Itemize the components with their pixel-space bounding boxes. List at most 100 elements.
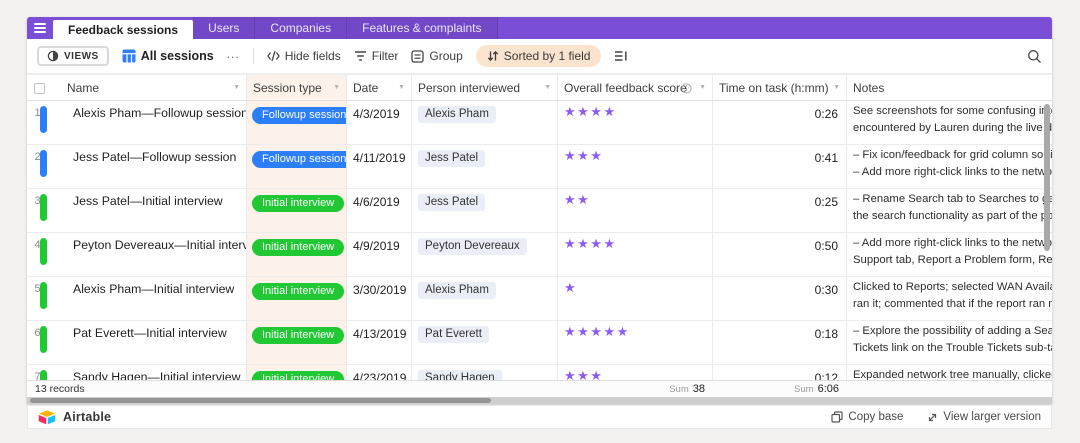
column-header-session-type[interactable]: Session type ▼ xyxy=(247,75,347,100)
table-row[interactable]: 2 Jess Patel—Followup session Followup s… xyxy=(27,145,1052,189)
session-type-cell[interactable]: Followup session xyxy=(247,145,347,188)
star-rating[interactable]: ★★★★ xyxy=(558,101,713,144)
column-dropdown-icon[interactable]: ▼ xyxy=(833,84,840,91)
table-row[interactable]: 1 Alexis Pham—Followup session Followup … xyxy=(27,101,1052,145)
star-rating[interactable]: ★★★ xyxy=(558,145,713,188)
view-name-label: All sessions xyxy=(141,49,214,63)
name-cell[interactable]: 4 Peyton Devereaux—Initial interview xyxy=(27,233,247,276)
time-on-task-cell[interactable]: 0:25 xyxy=(713,189,847,232)
time-sum-cell[interactable]: Sum 6:06 xyxy=(713,381,847,397)
notes-cell[interactable]: – Rename Search tab to Searches to get u… xyxy=(847,189,1052,232)
table-row[interactable]: 6 Pat Everett—Initial interview Initial … xyxy=(27,321,1052,365)
name-cell[interactable]: 6 Pat Everett—Initial interview xyxy=(27,321,247,364)
view-more-menu[interactable]: ... xyxy=(227,47,240,65)
name-cell[interactable]: 3 Jess Patel—Initial interview xyxy=(27,189,247,232)
column-dropdown-icon[interactable]: ▼ xyxy=(699,84,706,91)
table-row[interactable]: 3 Jess Patel—Initial interview Initial i… xyxy=(27,189,1052,233)
person-cell[interactable]: Sandy Hagen xyxy=(412,365,558,380)
search-button[interactable] xyxy=(1027,49,1042,64)
notes-cell[interactable]: See screenshots for some confusing inter… xyxy=(847,101,1052,144)
tab-features-complaints[interactable]: Features & complaints xyxy=(347,17,497,39)
star-rating[interactable]: ★ xyxy=(558,277,713,320)
notes-cell[interactable]: – Fix icon/feedback for grid column sort… xyxy=(847,145,1052,188)
session-type-cell[interactable]: Initial interview xyxy=(247,189,347,232)
time-on-task-cell[interactable]: 0:12 xyxy=(713,365,847,380)
person-cell[interactable]: Alexis Pham xyxy=(412,101,558,144)
date-cell[interactable]: 4/23/2019 xyxy=(347,365,412,380)
column-header-time-on-task[interactable]: Time on task (h:mm) ▼ xyxy=(713,75,847,100)
copy-base-button[interactable]: Copy base xyxy=(831,411,903,423)
filter-button[interactable]: Filter xyxy=(354,49,399,63)
time-on-task-cell[interactable]: 0:50 xyxy=(713,233,847,276)
session-type-cell[interactable]: Initial interview xyxy=(247,277,347,320)
date-cell[interactable]: 3/30/2019 xyxy=(347,277,412,320)
column-dropdown-icon[interactable]: ▼ xyxy=(233,84,240,91)
date-cell[interactable]: 4/9/2019 xyxy=(347,233,412,276)
star-rating[interactable]: ★★★★ xyxy=(558,233,713,276)
note-line-2: Support tab, Report a Problem form, Requ… xyxy=(853,252,1052,269)
date-cell[interactable]: 4/13/2019 xyxy=(347,321,412,364)
select-all-checkbox[interactable] xyxy=(34,83,45,94)
date-cell[interactable]: 4/3/2019 xyxy=(347,101,412,144)
name-cell[interactable]: 5 Alexis Pham—Initial interview xyxy=(27,277,247,320)
column-dropdown-icon[interactable]: ▼ xyxy=(333,84,340,91)
column-header-overall-feedback-score[interactable]: Overall feedback score ▼ xyxy=(558,75,713,100)
session-type-cell[interactable]: Followup session xyxy=(247,101,347,144)
star-rating[interactable]: ★★★ xyxy=(558,365,713,380)
row-color-bar xyxy=(40,282,47,309)
name-cell[interactable]: 7 Sandy Hagen—Initial interview xyxy=(27,365,247,380)
tab-users[interactable]: Users xyxy=(193,17,255,39)
person-cell[interactable]: Alexis Pham xyxy=(412,277,558,320)
person-cell[interactable]: Pat Everett xyxy=(412,321,558,364)
menu-icon[interactable] xyxy=(27,17,53,39)
tab-companies[interactable]: Companies xyxy=(255,17,347,39)
hide-fields-icon xyxy=(267,50,280,62)
session-type-cell[interactable]: Initial interview xyxy=(247,365,347,380)
column-header-notes[interactable]: Notes xyxy=(847,75,1052,100)
notes-cell[interactable]: – Explore the possibility of adding a Se… xyxy=(847,321,1052,364)
column-header-name[interactable]: Name ▼ xyxy=(27,75,247,100)
person-cell[interactable]: Jess Patel xyxy=(412,145,558,188)
table-row[interactable]: 7 Sandy Hagen—Initial interview Initial … xyxy=(27,365,1052,380)
column-dropdown-icon[interactable]: ▼ xyxy=(398,84,405,91)
name-cell[interactable]: 2 Jess Patel—Followup session xyxy=(27,145,247,188)
notes-cell[interactable]: Clicked to Reports; selected WAN Availab… xyxy=(847,277,1052,320)
person-cell[interactable]: Jess Patel xyxy=(412,189,558,232)
column-header-person-interviewed[interactable]: Person interviewed ▼ xyxy=(412,75,558,100)
views-button[interactable]: VIEWS xyxy=(37,46,109,66)
date-cell[interactable]: 4/6/2019 xyxy=(347,189,412,232)
airtable-logo-icon[interactable] xyxy=(38,410,56,425)
column-header-date[interactable]: Date ▼ xyxy=(347,75,412,100)
time-on-task-cell[interactable]: 0:30 xyxy=(713,277,847,320)
column-dropdown-icon[interactable]: ▼ xyxy=(544,84,551,91)
view-larger-button[interactable]: View larger version xyxy=(927,411,1041,423)
notes-cell[interactable]: Expanded network tree manually, clicked … xyxy=(847,365,1052,380)
column-label: Notes xyxy=(853,81,884,95)
star-rating[interactable]: ★★ xyxy=(558,189,713,232)
time-on-task-cell[interactable]: 0:41 xyxy=(713,145,847,188)
airtable-wordmark[interactable]: Airtable xyxy=(63,410,111,424)
horizontal-scrollbar-thumb[interactable] xyxy=(30,398,491,403)
score-sum-cell[interactable]: Sum 38 xyxy=(558,381,713,397)
session-type-cell[interactable]: Initial interview xyxy=(247,321,347,364)
vertical-scrollbar-thumb[interactable] xyxy=(1044,104,1050,251)
session-type-cell[interactable]: Initial interview xyxy=(247,233,347,276)
notes-cell[interactable]: – Add more right-click links to the netw… xyxy=(847,233,1052,276)
name-cell[interactable]: 1 Alexis Pham—Followup session xyxy=(27,101,247,144)
table-row[interactable]: 4 Peyton Devereaux—Initial interview Ini… xyxy=(27,233,1052,277)
table-row[interactable]: 5 Alexis Pham—Initial interview Initial … xyxy=(27,277,1052,321)
time-on-task-cell[interactable]: 0:26 xyxy=(713,101,847,144)
horizontal-scrollbar-track[interactable] xyxy=(27,397,1052,404)
sort-button[interactable]: Sorted by 1 field xyxy=(476,45,602,67)
current-view-button[interactable]: All sessions xyxy=(122,49,214,63)
hide-fields-button[interactable]: Hide fields xyxy=(267,49,341,63)
note-line-2: encountered by Lauren during the live de… xyxy=(853,120,1052,137)
group-button[interactable]: Group xyxy=(411,49,462,63)
star-rating[interactable]: ★★★★★ xyxy=(558,321,713,364)
date-cell[interactable]: 4/11/2019 xyxy=(347,145,412,188)
time-on-task-cell[interactable]: 0:18 xyxy=(713,321,847,364)
row-height-button[interactable] xyxy=(614,50,628,62)
tab-feedback-sessions[interactable]: Feedback sessions xyxy=(53,20,193,39)
group-label: Group xyxy=(429,49,462,63)
person-cell[interactable]: Peyton Devereaux xyxy=(412,233,558,276)
